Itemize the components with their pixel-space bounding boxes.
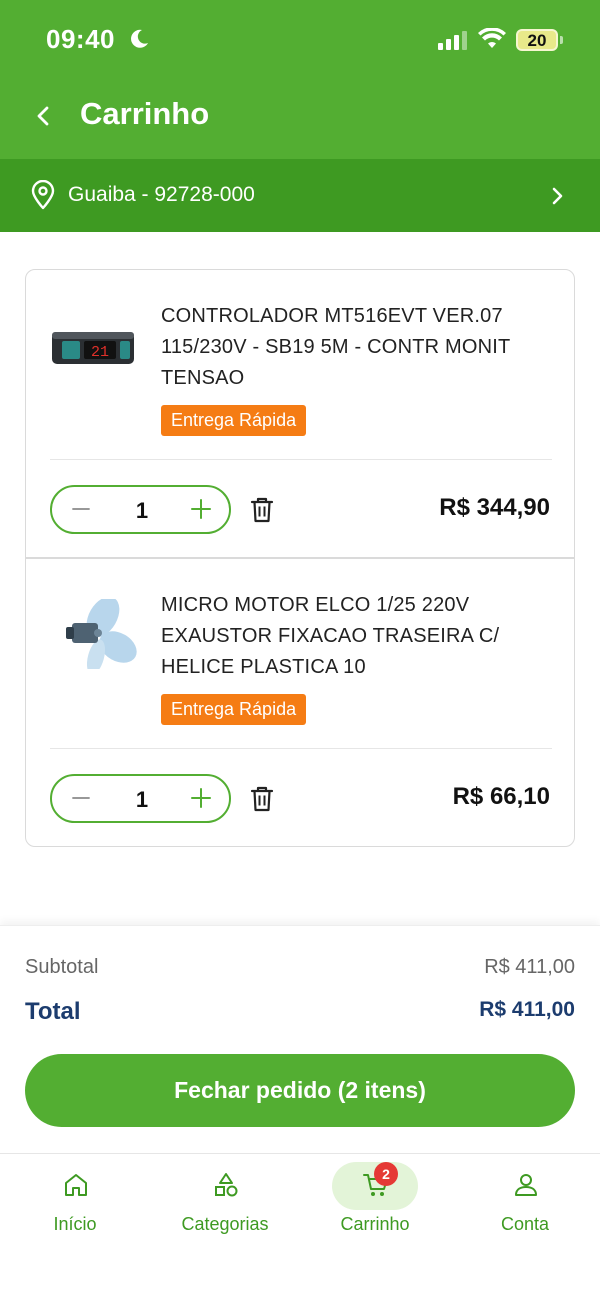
nav-icon-container <box>482 1162 568 1210</box>
subtotal-value: R$ 411,00 <box>484 956 575 978</box>
nav-label: Carrinho <box>340 1214 410 1234</box>
nav-label: Conta <box>500 1214 550 1234</box>
minus-icon[interactable] <box>70 498 92 520</box>
checkout-button[interactable]: Fechar pedido (2 itens) <box>25 1054 575 1127</box>
order-summary: Subtotal R$ 411,00 Total R$ 411,00 Fecha… <box>0 925 600 1153</box>
categories-icon <box>215 1173 238 1197</box>
location-text: Guaiba - 92728-000 <box>68 183 255 206</box>
delivery-location-bar[interactable]: Guaiba - 92728-000 <box>0 159 600 232</box>
plus-icon[interactable] <box>189 497 213 521</box>
nav-icon-container <box>32 1162 118 1210</box>
cart-count-badge: 2 <box>374 1162 398 1186</box>
cart-items-card: 21 CONTROLADOR MT516EVT VER.07 115/230V … <box>25 269 575 847</box>
status-bar: 09:40 20 <box>0 0 600 80</box>
total-label: Total <box>25 998 81 1025</box>
cart-item: 21 CONTROLADOR MT516EVT VER.07 115/230V … <box>26 270 574 559</box>
page-title: Carrinho <box>80 96 210 131</box>
product-name: CONTROLADOR MT516EVT VER.07 115/230V - S… <box>161 305 511 389</box>
quantity-stepper: 1 <box>50 774 231 823</box>
fast-delivery-badge: Entrega Rápida <box>161 694 307 725</box>
battery-level: 20 <box>527 31 547 50</box>
subtotal-label: Subtotal <box>25 956 99 978</box>
divider <box>50 459 552 460</box>
nav-item-categories[interactable]: Categorias <box>150 1154 300 1254</box>
status-time: 09:40 <box>46 24 115 54</box>
nav-label: Início <box>53 1214 97 1234</box>
nav-icon-container <box>182 1162 268 1210</box>
app-header: 09:40 20 Carrinho <box>0 0 600 159</box>
fast-delivery-badge: Entrega Rápida <box>161 405 307 436</box>
signal-icon <box>438 31 467 50</box>
nav-item-account[interactable]: Conta <box>450 1154 600 1254</box>
location-pin-icon <box>31 180 55 210</box>
battery-indicator: 20 <box>516 29 558 51</box>
user-icon <box>515 1174 537 1196</box>
battery-tip <box>560 36 563 44</box>
nav-label: Categorias <box>181 1214 269 1234</box>
thermostat-controller-image: 21 <box>52 332 134 364</box>
wifi-icon <box>478 28 506 48</box>
quantity-value[interactable]: 1 <box>122 498 162 524</box>
svg-text:21: 21 <box>91 344 109 361</box>
item-price: R$ 66,10 <box>452 783 550 810</box>
nav-item-home[interactable]: Início <box>0 1154 150 1254</box>
quantity-stepper: 1 <box>50 485 231 534</box>
plus-icon[interactable] <box>189 786 213 810</box>
cart-item: MICRO MOTOR ELCO 1/25 220V EXAUSTOR FIXA… <box>26 559 574 847</box>
chevron-right-icon <box>552 187 563 205</box>
fan-motor-image <box>66 599 137 669</box>
product-name: MICRO MOTOR ELCO 1/25 220V EXAUSTOR FIXA… <box>161 594 500 678</box>
home-icon <box>65 1174 87 1196</box>
minus-icon[interactable] <box>70 787 92 809</box>
trash-icon[interactable] <box>250 496 274 524</box>
back-arrow-icon[interactable] <box>30 100 58 132</box>
total-value: R$ 411,00 <box>479 998 575 1021</box>
moon-icon <box>131 29 148 48</box>
item-price: R$ 344,90 <box>439 494 550 521</box>
divider <box>50 748 552 749</box>
quantity-value[interactable]: 1 <box>122 787 162 813</box>
trash-icon[interactable] <box>250 785 274 813</box>
bottom-navigation: Início Categorias Carrinho 2 Conta <box>0 1153 600 1298</box>
